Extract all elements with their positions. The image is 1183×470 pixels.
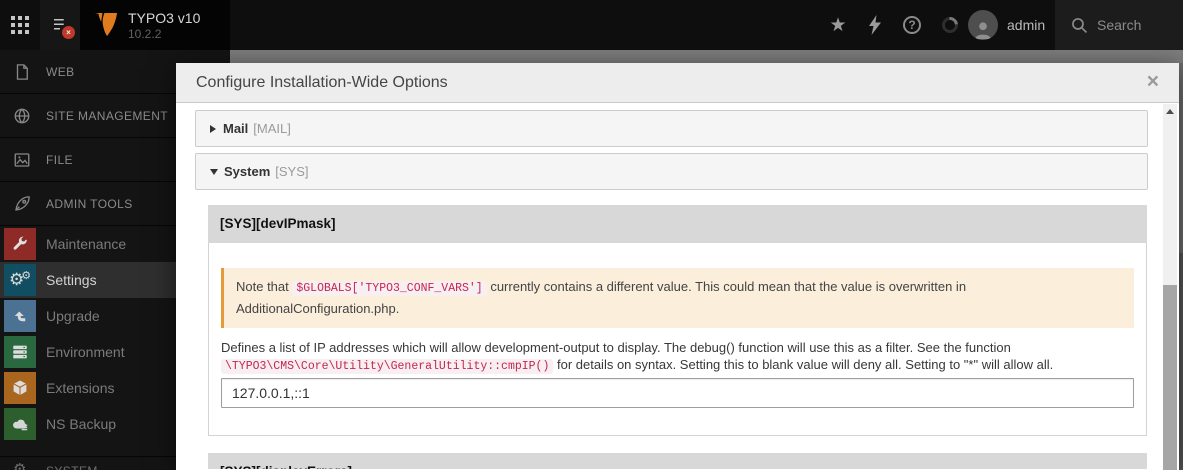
search-input[interactable]: [1097, 17, 1167, 33]
typo3-logo-icon: [95, 13, 117, 36]
user-icon: [975, 22, 991, 40]
system-panel-body: [SYS][devIPmask] Note that $GLOBALS['TYP…: [195, 190, 1160, 469]
topbar: × TYPO3 v10 10.2.2 ★ ? admin Search: [0, 0, 1183, 50]
help-icon: ?: [903, 16, 921, 34]
user-menu-button[interactable]: admin: [968, 0, 1058, 50]
modal-title: Configure Installation-Wide Options: [196, 74, 448, 91]
clear-cache-button[interactable]: [856, 0, 894, 50]
warning-callout: Note that $GLOBALS['TYPO3_CONF_VARS'] cu…: [221, 268, 1134, 328]
group-header-displayerrors: [SYS][displayErrors]: [208, 453, 1147, 469]
upgrade-tile: [4, 300, 36, 332]
description-text: for details on syntax. Setting this to b…: [553, 357, 1054, 372]
field-description: Defines a list of IP addresses which wil…: [221, 339, 1134, 375]
dimmed-content-edge: [1179, 63, 1183, 253]
maintenance-tile: [4, 228, 36, 260]
display-errors-group: [SYS][displayErrors]: [208, 453, 1147, 469]
note-text: Note that: [236, 279, 293, 294]
star-icon: ★: [829, 14, 847, 36]
panel-tag: [SYS]: [275, 164, 309, 179]
sidebar-item-label: Upgrade: [46, 308, 100, 324]
settings-tile: ⚙ ⚙: [4, 264, 36, 296]
group-header-devipmask: [SYS][devIPmask]: [208, 205, 1147, 243]
ns-backup-tile: [4, 408, 36, 440]
image-icon: [14, 152, 30, 167]
help-button[interactable]: ?: [893, 0, 931, 50]
configuration-modal: Configure Installation-Wide Options × Ma…: [176, 63, 1179, 470]
sidebar-item-label: Maintenance: [46, 236, 127, 252]
sidebar-item-label: WEB: [46, 64, 75, 79]
search-icon: [1072, 17, 1088, 33]
caret-right-icon: [210, 124, 216, 133]
rocket-icon: [15, 195, 30, 211]
sidebar-item-label: Settings: [46, 272, 97, 288]
extensions-tile: [4, 372, 36, 404]
avatar: [968, 10, 998, 40]
close-icon[interactable]: ×: [1147, 63, 1159, 101]
environment-tile: [4, 336, 36, 368]
sidebar-item-label: Environment: [46, 344, 125, 360]
accordion-mail[interactable]: Mail [MAIL]: [195, 110, 1148, 147]
dimmed-content-strip: [230, 50, 1183, 63]
opendocs-button[interactable]: ×: [40, 0, 80, 50]
panel-tag: [MAIL]: [253, 121, 291, 136]
modal-header: Configure Installation-Wide Options ×: [176, 63, 1179, 103]
brand-title: TYPO3 v10: [128, 9, 201, 26]
sidebar-item-label: FILE: [46, 152, 73, 167]
loading-indicator: [931, 0, 969, 50]
sidebar-item-label: Extensions: [46, 380, 115, 396]
dev-ip-mask-input[interactable]: [221, 378, 1134, 408]
bolt-icon: [869, 15, 881, 35]
group-body-devipmask: Note that $GLOBALS['TYPO3_CONF_VARS'] cu…: [208, 243, 1147, 436]
brand-version: 10.2.2: [128, 26, 162, 41]
cloud-icon: [12, 419, 27, 430]
gear-icon: ⚙: [13, 460, 27, 470]
description-text: Defines a list of IP addresses which wil…: [221, 340, 1011, 355]
modal-scrollbar[interactable]: [1163, 104, 1177, 470]
cube-icon: [13, 380, 27, 396]
modal-body: Mail [MAIL] System [SYS] [SYS][devIPmask…: [176, 103, 1179, 469]
dev-ip-mask-group: [SYS][devIPmask] Note that $GLOBALS['TYP…: [208, 205, 1147, 436]
typo3-brand[interactable]: TYPO3 v10 10.2.2: [80, 0, 230, 50]
sidebar-item-label: SITE MANAGEMENT: [46, 108, 169, 123]
description-code: \TYPO3\CMS\Core\Utility\GeneralUtility::…: [221, 359, 554, 374]
typo3-backend: × TYPO3 v10 10.2.2 ★ ? admin Search WEB …: [0, 0, 1183, 470]
search-area[interactable]: [1055, 0, 1183, 50]
note-code: $GLOBALS['TYPO3_CONF_VARS']: [292, 281, 487, 296]
module-menu-toggle-button[interactable]: [0, 0, 40, 50]
server-stack-icon: [13, 345, 27, 359]
grid-icon: [11, 16, 29, 34]
arrow-up-icon: [14, 311, 26, 322]
sidebar-item-label: ADMIN TOOLS: [46, 196, 133, 211]
opendocs-close-badge: ×: [62, 26, 75, 39]
caret-down-icon: [210, 168, 218, 175]
sidebar-item-label: SYSTEM: [46, 464, 98, 470]
panel-name: Mail: [223, 121, 249, 136]
bookmark-button[interactable]: ★: [819, 0, 857, 50]
spinner-icon: [938, 13, 962, 37]
document-icon: [16, 63, 28, 80]
wrench-icon: [13, 236, 27, 250]
scrollbar-thumb[interactable]: [1163, 285, 1177, 470]
scrollbar-up-button[interactable]: [1163, 104, 1177, 119]
dimmed-content-edge: [1179, 253, 1183, 470]
panel-name: System: [224, 164, 271, 179]
globe-icon: [14, 108, 30, 123]
accordion-system[interactable]: System [SYS]: [195, 153, 1148, 190]
username-label: admin: [1007, 17, 1046, 33]
sidebar-item-label: NS Backup: [46, 416, 117, 432]
